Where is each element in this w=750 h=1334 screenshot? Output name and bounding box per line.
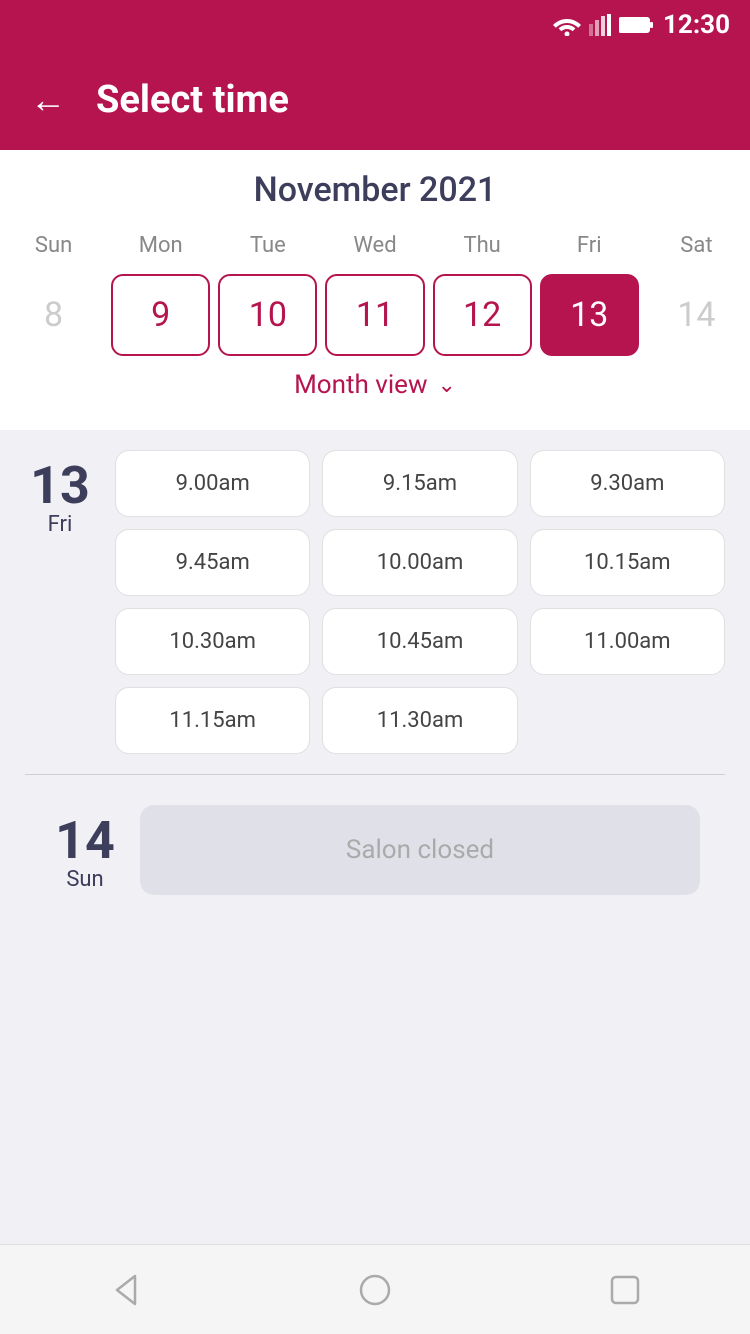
- signal-icon: [589, 14, 611, 36]
- salon-closed-label: Salon closed: [346, 835, 494, 865]
- section-divider: [25, 774, 725, 775]
- day-header-sat: Sat: [643, 228, 750, 270]
- time-slot-1130[interactable]: 11.30am: [322, 687, 517, 754]
- app-header: ← Select time: [0, 50, 750, 150]
- month-year-title: November 2021: [0, 170, 750, 210]
- nav-back-button[interactable]: [107, 1272, 143, 1308]
- day-cell-11[interactable]: 11: [325, 274, 424, 356]
- page-title: Select time: [96, 78, 289, 122]
- time-slot-1115[interactable]: 11.15am: [115, 687, 310, 754]
- back-button[interactable]: ←: [30, 82, 66, 118]
- time-slot-915[interactable]: 9.15am: [322, 450, 517, 517]
- time-slot-1045[interactable]: 10.45am: [322, 608, 517, 675]
- day-cell-9[interactable]: 9: [111, 274, 210, 356]
- day-cell-13[interactable]: 13: [540, 274, 639, 356]
- calendar-section: November 2021 Sun Mon Tue Wed Thu Fri Sa…: [0, 150, 750, 430]
- time-slot-900[interactable]: 9.00am: [115, 450, 310, 517]
- month-view-toggle[interactable]: Month view ⌄: [0, 360, 750, 415]
- battery-icon: [619, 16, 653, 34]
- time-section: 13 Fri 9.00am 9.15am 9.30am 9.45am 10.00…: [0, 430, 750, 945]
- day-13-time-slots: 9.00am 9.15am 9.30am 9.45am 10.00am 10.1…: [115, 450, 725, 754]
- chevron-down-icon: ⌄: [437, 373, 455, 398]
- home-nav-icon: [357, 1272, 393, 1308]
- time-slot-1030[interactable]: 10.30am: [115, 608, 310, 675]
- day-header-mon: Mon: [107, 228, 214, 270]
- status-time: 12:30: [663, 10, 730, 40]
- day-13-number: 13: [30, 460, 90, 512]
- day-cell-10[interactable]: 10: [218, 274, 317, 356]
- time-slot-1000[interactable]: 10.00am: [322, 529, 517, 596]
- wifi-icon: [553, 14, 581, 36]
- status-icons: [553, 14, 653, 36]
- time-slot-945[interactable]: 9.45am: [115, 529, 310, 596]
- calendar-grid: Sun Mon Tue Wed Thu Fri Sat 8 9 10 11 12…: [0, 228, 750, 360]
- status-bar: 12:30: [0, 0, 750, 50]
- time-slot-1100[interactable]: 11.00am: [530, 608, 725, 675]
- month-view-label: Month view: [294, 370, 427, 400]
- day-header-tue: Tue: [214, 228, 321, 270]
- day-cell-12[interactable]: 12: [433, 274, 532, 356]
- day-13-label: 13 Fri: [25, 450, 95, 754]
- nav-recent-button[interactable]: [607, 1272, 643, 1308]
- day-header-wed: Wed: [321, 228, 428, 270]
- nav-home-button[interactable]: [357, 1272, 393, 1308]
- day-14-name: Sun: [66, 867, 103, 892]
- back-nav-icon: [107, 1272, 143, 1308]
- day-header-sun: Sun: [0, 228, 107, 270]
- nav-bar: [0, 1244, 750, 1334]
- time-slot-930[interactable]: 9.30am: [530, 450, 725, 517]
- day-header-fri: Fri: [536, 228, 643, 270]
- day-cell-8: 8: [0, 270, 107, 360]
- day-13-block: 13 Fri 9.00am 9.15am 9.30am 9.45am 10.00…: [25, 450, 725, 754]
- day-14-label: 14 Sun: [50, 805, 120, 895]
- day-14-number: 14: [55, 815, 115, 867]
- time-slot-1015[interactable]: 10.15am: [530, 529, 725, 596]
- day-header-thu: Thu: [429, 228, 536, 270]
- salon-closed-banner: Salon closed: [140, 805, 700, 895]
- day-14-block: 14 Sun Salon closed: [25, 795, 725, 905]
- day-cell-14: 14: [643, 270, 750, 360]
- day-13-name: Fri: [48, 512, 73, 537]
- recent-nav-icon: [607, 1272, 643, 1308]
